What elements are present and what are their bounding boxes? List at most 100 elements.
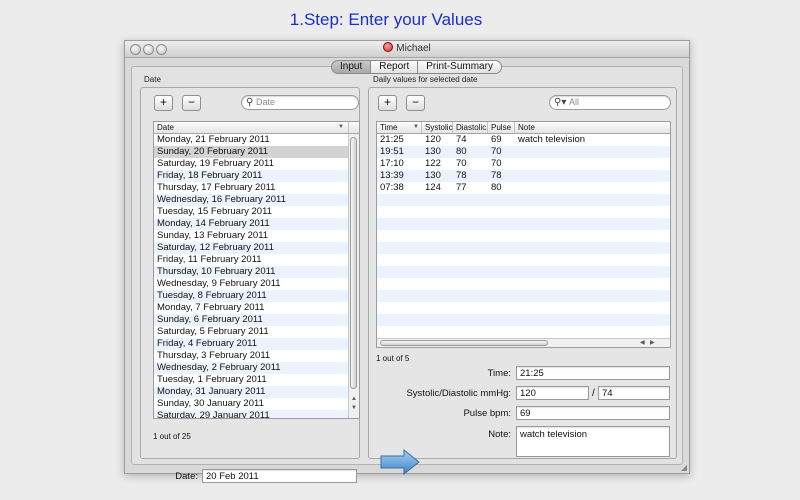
time-column-header[interactable]: Time ▼ [377, 122, 422, 133]
systolic-cell: 122 [425, 158, 441, 169]
date-row[interactable]: Saturday, 5 February 2011 [154, 326, 349, 338]
date-row[interactable]: Saturday, 19 February 2011 [154, 158, 349, 170]
empty-row [377, 326, 670, 338]
remove-value-button[interactable]: − [406, 95, 425, 111]
pulse-column-header[interactable]: Pulse [488, 122, 515, 133]
values-horizontal-scrollbar[interactable]: ◀ ▶ [377, 338, 670, 347]
date-field-label: Date: [175, 471, 198, 482]
diastolic-cell: 77 [456, 182, 467, 193]
values-search-placeholder: All [569, 97, 580, 107]
systolic-column-header[interactable]: Systolic [422, 122, 453, 133]
date-section-label: Date [144, 75, 161, 84]
remove-date-button[interactable]: − [182, 95, 201, 111]
scroll-left-icon[interactable]: ◀ [640, 339, 645, 346]
title-bar[interactable]: Michael [125, 41, 689, 58]
date-row[interactable]: Tuesday, 8 February 2011 [154, 290, 349, 302]
resize-grip-icon[interactable]: ◢ [681, 463, 687, 472]
tab-print-summary[interactable]: Print-Summary [418, 60, 502, 74]
value-row[interactable]: 13:39 130 78 78 [377, 170, 670, 182]
systolic-field[interactable]: 120 [516, 386, 589, 400]
empty-row [377, 266, 670, 278]
value-row[interactable]: 19:51 130 80 70 [377, 146, 670, 158]
diastolic-cell: 80 [456, 146, 467, 157]
diastolic-column-header[interactable]: Diastolic [453, 122, 488, 133]
values-scroll-thumb[interactable] [380, 340, 548, 346]
date-search-input[interactable]: ⚲ Date [241, 95, 359, 110]
date-row[interactable]: Monday, 14 February 2011 [154, 218, 349, 230]
empty-row [377, 194, 670, 206]
date-column-label: Date [157, 123, 174, 132]
value-row[interactable]: 07:38 124 77 80 [377, 182, 670, 194]
date-row[interactable]: Wednesday, 2 February 2011 [154, 362, 349, 374]
empty-row [377, 230, 670, 242]
date-row[interactable]: Sunday, 13 February 2011 [154, 230, 349, 242]
date-row[interactable]: Friday, 11 February 2011 [154, 254, 349, 266]
date-row[interactable]: Monday, 31 January 2011 [154, 386, 349, 398]
window-title: Michael [396, 43, 431, 54]
date-row[interactable]: Thursday, 10 February 2011 [154, 266, 349, 278]
date-row[interactable]: Tuesday, 15 February 2011 [154, 206, 349, 218]
values-search-input[interactable]: ⚲▾ All [549, 95, 671, 110]
document-icon [383, 42, 394, 52]
add-value-button[interactable]: + [378, 95, 397, 111]
value-row[interactable]: 17:10 122 70 70 [377, 158, 670, 170]
date-field[interactable]: 20 Feb 2011 [202, 469, 357, 483]
scroll-down-icon[interactable]: ▼ [351, 405, 357, 411]
pulse-cell: 78 [491, 170, 502, 181]
systolic-cell: 130 [425, 146, 441, 157]
diastolic-field[interactable]: 74 [598, 386, 670, 400]
date-table-header: Date ▼ [154, 122, 359, 134]
date-row[interactable]: Monday, 7 February 2011 [154, 302, 349, 314]
date-row[interactable]: Saturday, 12 February 2011 [154, 242, 349, 254]
date-column-header[interactable]: Date ▼ [154, 122, 349, 133]
pulse-cell: 80 [491, 182, 502, 193]
note-cell: watch television [518, 134, 586, 145]
date-row[interactable]: Friday, 4 February 2011 [154, 338, 349, 350]
bp-separator: / [592, 388, 595, 399]
date-table: Date ▼ Monday, 21 February 2011 Sunday, 2… [153, 121, 360, 419]
date-row[interactable]: Monday, 21 February 2011 [154, 134, 349, 146]
empty-row [377, 302, 670, 314]
tab-report[interactable]: Report [371, 60, 419, 74]
date-row[interactable]: Friday, 18 February 2011 [154, 170, 349, 182]
date-count: 1 out of 25 [153, 432, 191, 441]
window-title-wrap: Michael [125, 42, 689, 54]
date-row[interactable]: Saturday, 29 January 2011 [154, 410, 349, 418]
time-field[interactable]: 21:25 [516, 366, 670, 380]
time-label: Time: [487, 368, 511, 379]
date-row[interactable]: Thursday, 3 February 2011 [154, 350, 349, 362]
scroll-up-icon[interactable]: ▲ [351, 396, 357, 402]
note-column-header[interactable]: Note [515, 122, 670, 133]
values-section-label: Daily values for selected date [373, 75, 478, 84]
values-group: + − ⚲▾ All Time ▼ Systolic Diastolic Pul… [368, 87, 677, 459]
date-group: + − ⚲ Date Date ▼ Monday, 21 February 20… [140, 87, 360, 459]
tab-bar: Input Report Print-Summary [331, 60, 502, 74]
pulse-cell: 70 [491, 146, 502, 157]
systolic-cell: 130 [425, 170, 441, 181]
arrow-right-icon [380, 449, 420, 475]
date-row[interactable]: Sunday, 30 January 2011 [154, 398, 349, 410]
time-cell: 13:39 [380, 170, 404, 181]
time-cell: 19:51 [380, 146, 404, 157]
date-row[interactable]: Sunday, 20 February 2011 [154, 146, 349, 158]
tab-input[interactable]: Input [331, 60, 372, 74]
date-row[interactable]: Sunday, 6 February 2011 [154, 314, 349, 326]
diastolic-cell: 74 [456, 134, 467, 145]
date-row[interactable]: Tuesday, 1 February 2011 [154, 374, 349, 386]
value-row[interactable]: 21:25 120 74 69 watch television [377, 134, 670, 146]
pulse-field[interactable]: 69 [516, 406, 670, 420]
scroll-right-icon[interactable]: ▶ [650, 339, 655, 346]
add-date-button[interactable]: + [154, 95, 173, 111]
empty-row [377, 218, 670, 230]
note-field[interactable]: watch television [516, 426, 670, 457]
date-row[interactable]: Wednesday, 9 February 2011 [154, 278, 349, 290]
date-search-placeholder: Date [256, 97, 276, 107]
time-cell: 07:38 [380, 182, 404, 193]
values-table-header: Time ▼ Systolic Diastolic Pulse Note [377, 122, 670, 134]
empty-row [377, 254, 670, 266]
date-scroll-thumb[interactable] [350, 137, 357, 389]
date-row[interactable]: Thursday, 17 February 2011 [154, 182, 349, 194]
date-row[interactable]: Wednesday, 16 February 2011 [154, 194, 349, 206]
date-vertical-scrollbar[interactable]: ▲ ▼ [348, 134, 359, 418]
app-window: Michael Date + − ⚲ Date Date ▼ Monday, 2… [124, 40, 690, 483]
